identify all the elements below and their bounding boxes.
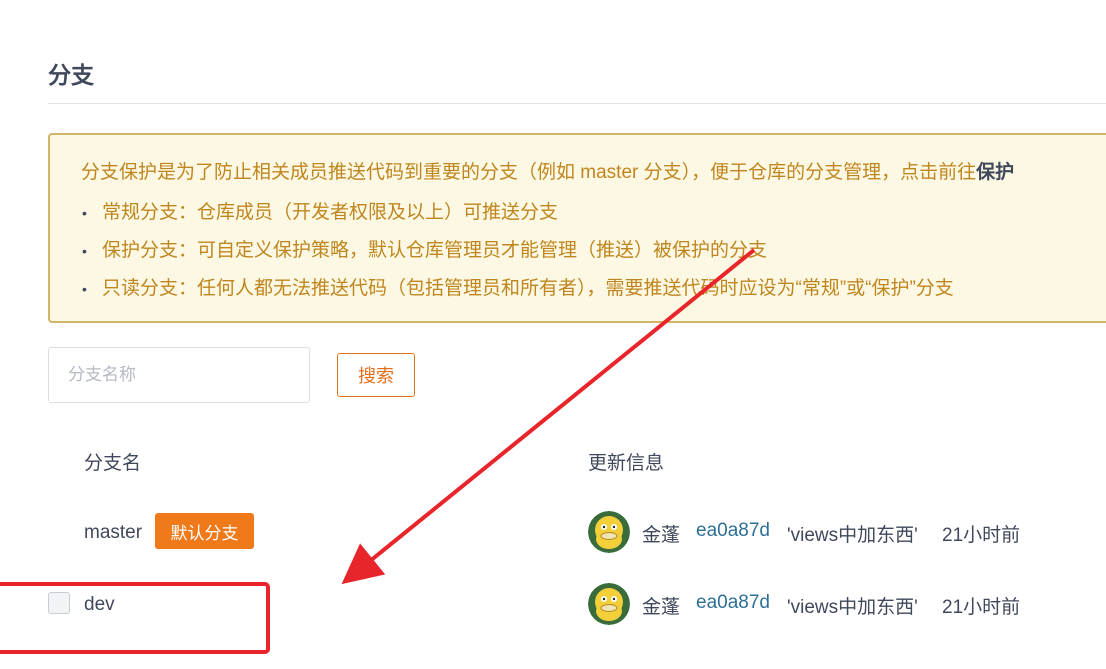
commit-time: 21小时前: [942, 525, 1021, 546]
branch-search-input[interactable]: [48, 347, 310, 403]
notice-item-readonly: 只读分支：任何人都无法推送代码（包括管理员和所有者），需要推送代码时应设为“常规…: [80, 277, 954, 315]
commit-hash-link[interactable]: ea0a87d: [696, 592, 770, 614]
column-header-branch-name: 分支名: [84, 453, 142, 474]
notice-item-regular: 常规分支：仓库成员（开发者权限及以上）可推送分支: [80, 201, 954, 239]
page-title: 分支: [48, 62, 94, 88]
annotation-overlay: [0, 248, 756, 654]
duck-avatar-icon: [588, 511, 630, 553]
commit-message: 'views中加东西': [787, 525, 918, 546]
branch-select-checkbox[interactable]: [48, 592, 70, 614]
column-header-update-info: 更新信息: [588, 453, 665, 474]
branch-protection-notice: 分支保护是为了防止相关成员推送代码到重要的分支（例如 master 分支），便于…: [48, 133, 1106, 323]
commit-author: 金蓬: [642, 597, 681, 618]
notice-intro: 分支保护是为了防止相关成员推送代码到重要的分支（例如 master 分支），便于…: [81, 157, 1014, 184]
commit-time: 21小时前: [942, 597, 1021, 618]
search-button[interactable]: 搜索: [337, 353, 415, 397]
default-branch-badge: 默认分支: [155, 513, 254, 549]
avatar: [588, 511, 630, 553]
table-row: master 默认分支 金蓬 ea0a87d 'views中加东西' 21小时前: [0, 511, 1106, 553]
avatar: [588, 583, 630, 625]
notice-protect-link[interactable]: 保护: [976, 162, 1014, 183]
title-divider: [48, 103, 1106, 104]
notice-intro-text: 分支保护是为了防止相关成员推送代码到重要的分支（例如 master 分支），便于…: [81, 162, 977, 183]
branch-name[interactable]: dev: [84, 594, 115, 616]
commit-author: 金蓬: [642, 525, 681, 546]
commit-message: 'views中加东西': [787, 597, 918, 618]
branch-name[interactable]: master: [84, 522, 142, 544]
duck-avatar-icon: [588, 583, 630, 625]
notice-item-protected: 保护分支：可自定义保护策略，默认仓库管理员才能管理（推送）被保护的分支: [80, 239, 954, 277]
commit-hash-link[interactable]: ea0a87d: [696, 520, 770, 542]
notice-list: 常规分支：仓库成员（开发者权限及以上）可推送分支 保护分支：可自定义保护策略，默…: [80, 201, 954, 315]
table-row: dev 金蓬 ea0a87d 'views中加东西' 21小时前: [0, 583, 1106, 625]
